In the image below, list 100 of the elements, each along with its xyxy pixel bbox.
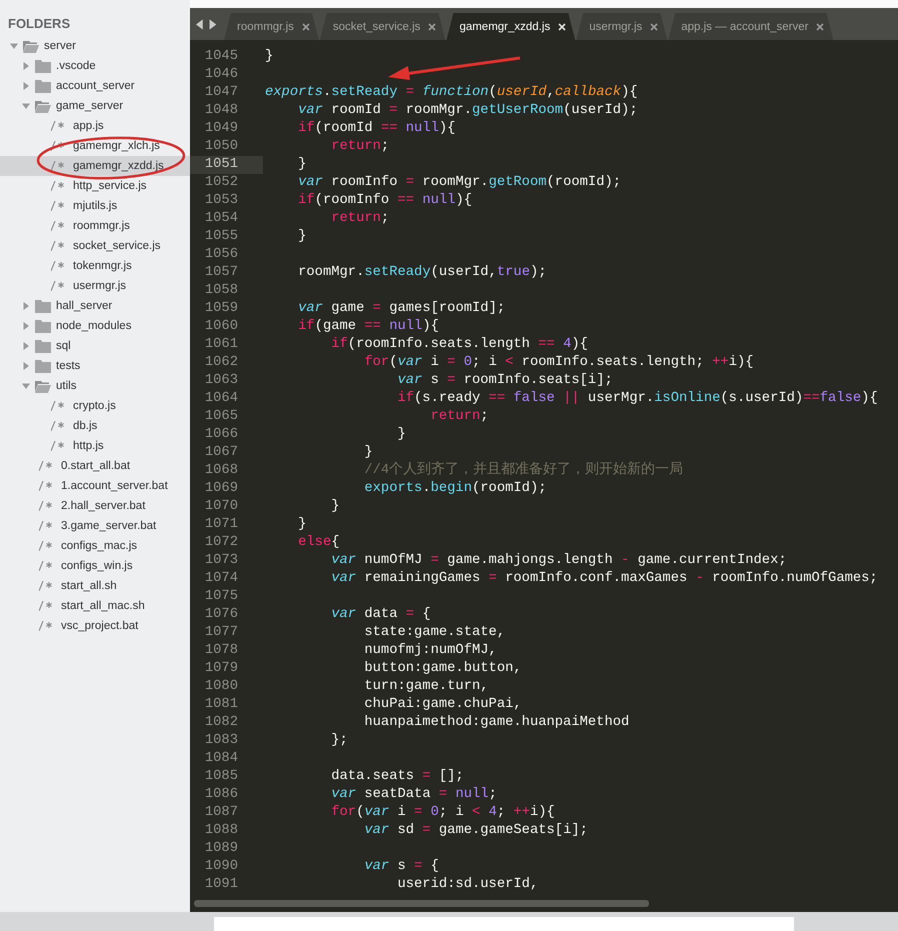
file-icon	[51, 181, 65, 191]
file-icon	[51, 401, 65, 411]
input-field[interactable]	[214, 917, 794, 931]
file-icon	[39, 581, 53, 591]
code-line: }	[265, 48, 274, 66]
editor-tab[interactable]: roommgr.js	[224, 13, 319, 40]
file-item[interactable]: usermgr.js	[0, 276, 190, 296]
code-line: if(s.ready == false || userMgr.isOnline(s.userId)==false){	[396, 390, 878, 408]
code-line: }	[396, 426, 406, 444]
disclosure-icon[interactable]	[22, 102, 30, 110]
folder-item[interactable]: sql	[0, 336, 190, 356]
file-icon	[51, 221, 65, 231]
tab-nav-icon[interactable]	[196, 18, 218, 30]
code-line: if(roomInfo == null){	[297, 192, 472, 210]
line-number: 1067	[204, 444, 239, 462]
line-number: 1089	[204, 840, 239, 858]
sidebar-title: FOLDERS	[8, 15, 70, 33]
code-line: var s = roomInfo.seats[i];	[396, 372, 613, 390]
file-item[interactable]: app.js	[0, 116, 190, 136]
folder-item[interactable]: node_modules	[0, 316, 190, 336]
line-number: 1064	[204, 390, 239, 408]
line-number: 1070	[204, 498, 239, 516]
file-item[interactable]: crypto.js	[0, 396, 190, 416]
file-item[interactable]: start_all.sh	[0, 576, 190, 596]
file-item[interactable]: 3.game_server.bat	[0, 516, 190, 536]
folder-item[interactable]: utils	[0, 376, 190, 396]
file-item[interactable]: vsc_project.bat	[0, 616, 190, 636]
editor-tab[interactable]: gamemgr_xzdd.js	[446, 13, 576, 40]
code-line: if(roomId == null){	[297, 120, 456, 138]
line-number: 1066	[204, 426, 239, 444]
file-icon	[51, 421, 65, 431]
file-item[interactable]: configs_mac.js	[0, 536, 190, 556]
code-line: var sd = game.gameSeats[i];	[363, 822, 588, 840]
code-line: chuPai:game.chuPai,	[363, 696, 522, 714]
line-number: 1049	[204, 120, 239, 138]
line-number: 1087	[204, 804, 239, 822]
disclosure-icon[interactable]	[22, 82, 30, 90]
line-number: 1059	[204, 300, 239, 318]
file-icon	[51, 141, 65, 151]
scrollbar-thumb[interactable]	[194, 900, 649, 906]
file-item[interactable]: gamemgr_xzdd.js	[0, 156, 190, 176]
line-number: 1052	[204, 174, 239, 192]
code-line: roomMgr.setReady(userId,true);	[297, 264, 547, 282]
disclosure-icon[interactable]	[22, 362, 30, 370]
folder-item[interactable]: account_server	[0, 76, 190, 96]
disclosure-icon[interactable]	[22, 382, 30, 390]
line-number: 1076	[204, 606, 239, 624]
line-number: 1081	[204, 696, 239, 714]
disclosure-icon[interactable]	[22, 342, 30, 350]
file-icon	[39, 501, 53, 511]
line-number: 1063	[204, 372, 239, 390]
folder-item[interactable]: .vscode	[0, 56, 190, 76]
file-item[interactable]: db.js	[0, 416, 190, 436]
file-icon	[39, 621, 53, 631]
file-icon	[39, 541, 53, 551]
line-number: 1071	[204, 516, 239, 534]
file-icon	[51, 281, 65, 291]
code-line: var roomInfo = roomMgr.getRoom(roomId);	[297, 174, 622, 192]
code-line: };	[330, 732, 348, 750]
folder-item[interactable]: tests	[0, 356, 190, 376]
line-number: 1053	[204, 192, 239, 210]
line-number: 1068	[204, 462, 239, 480]
folder-item[interactable]: game_server	[0, 96, 190, 116]
file-item[interactable]: http_service.js	[0, 176, 190, 196]
editor-tab[interactable]: app.js — account_server	[668, 13, 834, 40]
file-icon	[51, 441, 65, 451]
line-number: 1050	[204, 138, 239, 156]
disclosure-icon[interactable]	[22, 62, 30, 70]
code-line: }	[363, 444, 373, 462]
line-number: 1055	[204, 228, 239, 246]
file-item[interactable]: tokenmgr.js	[0, 256, 190, 276]
line-number: 1079	[204, 660, 239, 678]
file-item[interactable]: gamemgr_xlch.js	[0, 136, 190, 156]
line-number: 1091	[204, 876, 239, 894]
line-number: 1078	[204, 642, 239, 660]
file-item[interactable]: 1.account_server.bat	[0, 476, 190, 496]
file-item[interactable]: mjutils.js	[0, 196, 190, 216]
code-line: //4个人到齐了，并且都准备好了，则开始新的一局	[363, 462, 684, 480]
file-item[interactable]: 2.hall_server.bat	[0, 496, 190, 516]
code-line: var numOfMJ = game.mahjongs.length - game.currentIndex;	[330, 552, 787, 570]
file-item[interactable]: http.js	[0, 436, 190, 456]
editor-tab[interactable]: socket_service.js	[320, 13, 446, 40]
file-item[interactable]: socket_service.js	[0, 236, 190, 256]
code-line: state:game.state,	[363, 624, 506, 642]
code-line: var roomId = roomMgr.getUserRoom(userId);	[297, 102, 638, 120]
line-number: 1046	[204, 66, 239, 84]
line-number: 1060	[204, 318, 239, 336]
disclosure-icon[interactable]	[22, 322, 30, 330]
folder-item[interactable]: hall_server	[0, 296, 190, 316]
code-line: }	[297, 516, 306, 534]
file-item[interactable]: 0.start_all.bat	[0, 456, 190, 476]
file-item[interactable]: configs_win.js	[0, 556, 190, 576]
file-icon	[51, 261, 65, 271]
editor-tab[interactable]: usermgr.js	[576, 13, 668, 40]
folder-item[interactable]: server	[0, 36, 190, 56]
code-line: for(var i = 0; i < 4; ++i){	[330, 804, 555, 822]
disclosure-icon[interactable]	[22, 302, 30, 310]
file-item[interactable]: start_all_mac.sh	[0, 596, 190, 616]
disclosure-icon[interactable]	[10, 42, 18, 50]
file-item[interactable]: roommgr.js	[0, 216, 190, 236]
